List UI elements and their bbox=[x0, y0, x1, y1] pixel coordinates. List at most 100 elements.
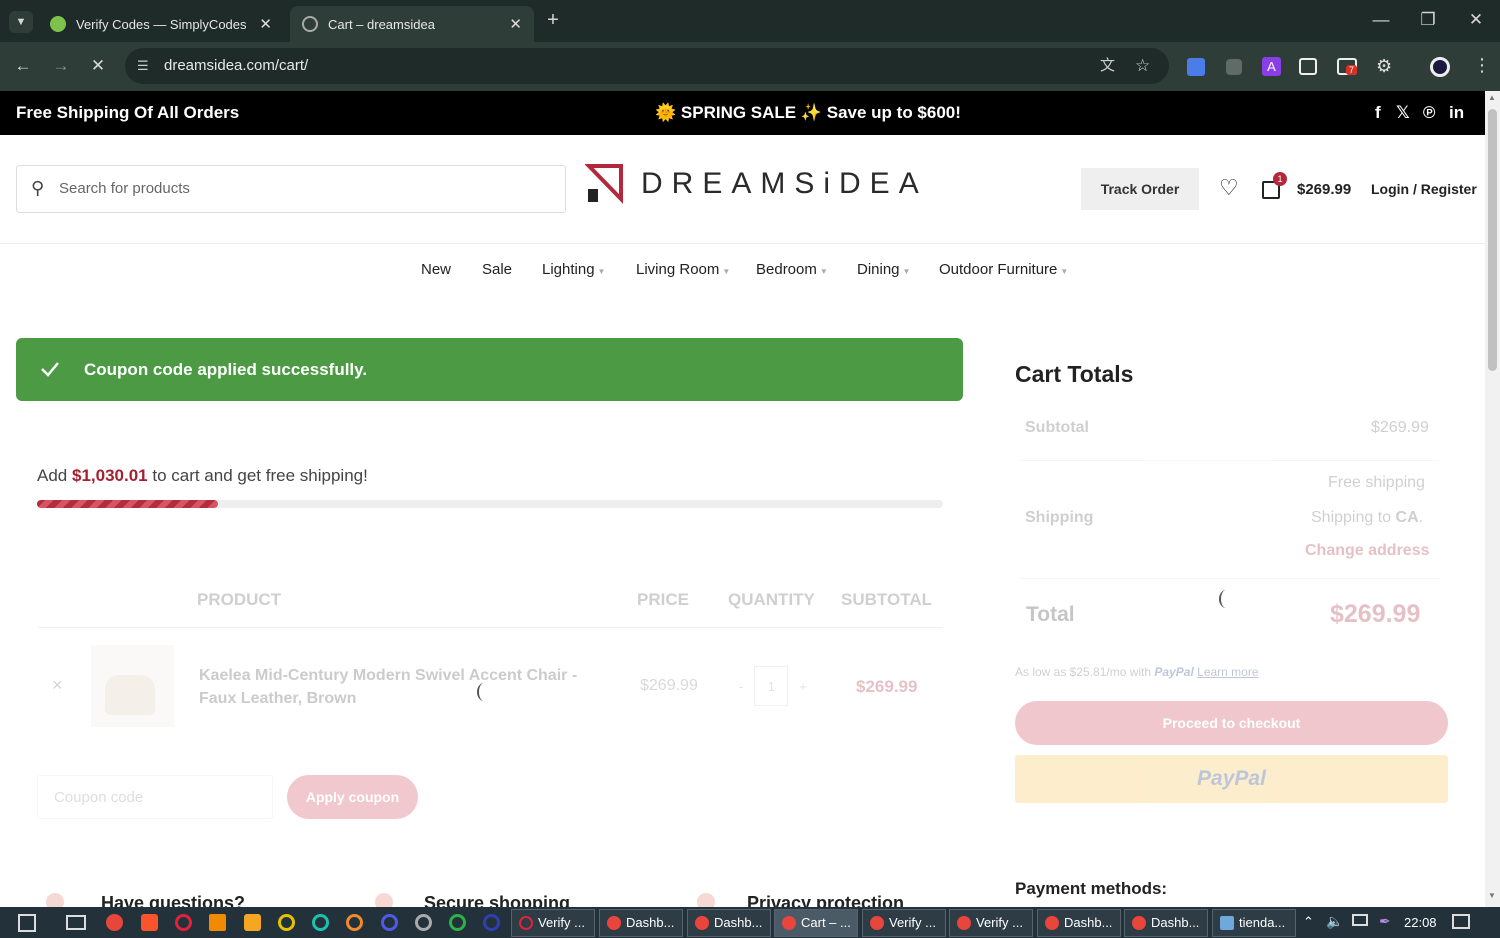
track-order-button[interactable]: Track Order bbox=[1081, 168, 1199, 210]
quantity-plus-button[interactable]: + bbox=[799, 679, 807, 694]
promo-spring-sale[interactable]: 🌞 SPRING SALE ✨ Save up to $600! bbox=[655, 103, 961, 123]
search-input[interactable]: ⚲ Search for products bbox=[16, 165, 566, 213]
product-name-link[interactable]: Kaelea Mid-Century Modern Swivel Accent … bbox=[199, 664, 599, 710]
browser-icon-gray[interactable] bbox=[415, 914, 432, 931]
free-shipping-message: Add $1,030.01 to cart and get free shipp… bbox=[37, 466, 368, 486]
quantity-input[interactable]: 1 bbox=[754, 666, 789, 706]
tab-search-icon[interactable]: ▼ bbox=[9, 11, 33, 33]
nav-new[interactable]: New bbox=[421, 261, 451, 278]
forward-icon[interactable]: → bbox=[49, 56, 73, 76]
site-logo[interactable]: DREAMSiDEA bbox=[585, 162, 928, 206]
nav-lighting[interactable]: Lighting ▼ bbox=[542, 261, 605, 278]
notifications-icon[interactable] bbox=[1452, 914, 1470, 929]
taskbar-app-verify-2[interactable]: Verify ... bbox=[862, 909, 946, 937]
shipping-msg-prefix: Add bbox=[37, 466, 72, 485]
product-thumbnail[interactable] bbox=[91, 645, 174, 727]
learn-more-link[interactable]: Learn more bbox=[1197, 665, 1258, 679]
chrome-icon[interactable] bbox=[106, 914, 123, 931]
nav-outdoor-furniture[interactable]: Outdoor Furniture ▼ bbox=[939, 261, 1068, 278]
task-view-icon[interactable] bbox=[66, 915, 86, 930]
stop-loading-icon[interactable]: ✕ bbox=[86, 56, 110, 76]
taskbar-app-verify-1[interactable]: Verify ... bbox=[511, 909, 595, 937]
apply-coupon-button[interactable]: Apply coupon bbox=[287, 775, 418, 819]
vlc-icon[interactable] bbox=[209, 914, 226, 931]
browser-icon-yellow[interactable] bbox=[278, 914, 295, 931]
new-tab-icon[interactable]: + bbox=[541, 10, 565, 30]
chrome-menu-icon[interactable]: ⋮ bbox=[1473, 55, 1491, 76]
taskbar-app-dashboard-4[interactable]: Dashb... bbox=[1124, 909, 1208, 937]
tray-chevron-up-icon[interactable]: ⌃ bbox=[1303, 914, 1314, 930]
nav-sale[interactable]: Sale bbox=[482, 261, 512, 278]
browser-icon-blue[interactable] bbox=[381, 914, 398, 931]
google-translate-extension-icon[interactable] bbox=[1187, 58, 1205, 76]
browser-icon-navy[interactable] bbox=[483, 914, 500, 931]
pinterest-icon[interactable]: ℗ bbox=[1423, 103, 1436, 123]
nav-bedroom[interactable]: Bedroom ▼ bbox=[756, 261, 828, 278]
robot-extension-icon[interactable] bbox=[1226, 59, 1242, 75]
quantity-stepper[interactable]: - 1 + bbox=[725, 666, 813, 706]
cart-bag-icon[interactable]: 1 bbox=[1262, 172, 1287, 199]
taskbar-app-tienda[interactable]: tienda... bbox=[1212, 909, 1296, 937]
taskbar-app-dashboard-2[interactable]: Dashb... bbox=[687, 909, 771, 937]
bookmark-star-icon[interactable]: ☆ bbox=[1135, 48, 1150, 84]
taskbar-app-label: Verify ... bbox=[976, 915, 1023, 930]
remove-item-icon[interactable]: × bbox=[52, 675, 63, 696]
site-info-icon[interactable]: ☰ bbox=[137, 48, 149, 84]
nav-label: Bedroom bbox=[756, 261, 817, 278]
close-tab-icon[interactable]: ✕ bbox=[509, 15, 522, 33]
tab-dreamsidea-cart[interactable]: Cart – dreamsidea ✕ bbox=[290, 6, 534, 42]
extensions-puzzle-icon[interactable]: ⚙ bbox=[1376, 56, 1392, 77]
coupon-extension-icon[interactable]: 7 bbox=[1337, 58, 1358, 75]
close-tab-icon[interactable]: ✕ bbox=[259, 15, 272, 33]
taskbar-app-dashboard-3[interactable]: Dashb... bbox=[1037, 909, 1121, 937]
proceed-to-checkout-button[interactable]: Proceed to checkout bbox=[1015, 701, 1448, 745]
page-scrollbar[interactable]: ▲ ▼ bbox=[1485, 91, 1500, 907]
brave-icon[interactable] bbox=[141, 914, 158, 931]
browser-icon-teal[interactable] bbox=[312, 914, 329, 931]
x-twitter-icon[interactable]: 𝕏 bbox=[1396, 103, 1410, 123]
scrollbar-thumb[interactable] bbox=[1488, 109, 1497, 371]
restore-icon[interactable]: ❐ bbox=[1416, 10, 1440, 30]
taskbar-app-cart-active[interactable]: Cart – ... bbox=[774, 909, 858, 937]
login-register-link[interactable]: Login / Register bbox=[1371, 181, 1477, 197]
clock-time[interactable]: 22:08 bbox=[1404, 915, 1437, 930]
opera-icon[interactable] bbox=[175, 914, 192, 931]
coupon-success-notice: Coupon code applied successfully. bbox=[16, 338, 963, 401]
scroll-up-icon[interactable]: ▲ bbox=[1488, 93, 1496, 102]
browser-icon-orange[interactable] bbox=[346, 914, 363, 931]
payment-methods-heading: Payment methods: bbox=[1015, 879, 1168, 898]
minimize-icon[interactable]: — bbox=[1369, 10, 1393, 30]
pen-icon[interactable]: ✒ bbox=[1379, 913, 1391, 930]
media-player-icon[interactable] bbox=[244, 914, 261, 931]
list-extension-icon[interactable] bbox=[1299, 58, 1317, 75]
taskbar-app-verify-3[interactable]: Verify ... bbox=[949, 909, 1033, 937]
wishlist-heart-icon[interactable]: ♡ bbox=[1219, 175, 1239, 201]
nav-dining[interactable]: Dining ▼ bbox=[857, 261, 910, 278]
paypal-button[interactable]: PayPal bbox=[1015, 755, 1448, 803]
nav-living-room[interactable]: Living Room ▼ bbox=[636, 261, 730, 278]
close-window-icon[interactable]: ✕ bbox=[1464, 10, 1488, 30]
quantity-minus-button[interactable]: - bbox=[739, 679, 743, 694]
tab-simplycodes[interactable]: Verify Codes — SimplyCodes ✕ bbox=[38, 6, 284, 42]
address-bar[interactable]: ☰ dreamsidea.com/cart/ 文 ☆ bbox=[125, 48, 1169, 84]
network-icon[interactable] bbox=[1352, 914, 1368, 926]
header-cart-total[interactable]: $269.99 bbox=[1297, 181, 1351, 198]
start-menu-icon[interactable] bbox=[18, 914, 36, 932]
back-icon[interactable]: ← bbox=[11, 56, 35, 76]
facebook-icon[interactable]: f bbox=[1375, 103, 1381, 123]
url-text: dreamsidea.com/cart/ bbox=[164, 57, 309, 74]
taskbar-app-dashboard-1[interactable]: Dashb... bbox=[599, 909, 683, 937]
loading-spinner bbox=[1219, 590, 1233, 608]
change-address-link[interactable]: Change address bbox=[1305, 542, 1429, 560]
scroll-down-icon[interactable]: ▼ bbox=[1488, 891, 1496, 900]
a-extension-icon[interactable]: A bbox=[1262, 57, 1281, 76]
coupon-code-input[interactable]: Coupon code bbox=[37, 775, 273, 819]
search-icon[interactable]: ⚲ bbox=[31, 165, 44, 211]
linkedin-icon[interactable]: in bbox=[1449, 103, 1464, 123]
cart-totals-title: Cart Totals bbox=[1015, 361, 1134, 387]
logo-mark-icon bbox=[585, 164, 623, 204]
browser-icon-green[interactable] bbox=[449, 914, 466, 931]
translate-icon[interactable]: 文 bbox=[1100, 48, 1115, 84]
profile-avatar[interactable] bbox=[1430, 57, 1450, 77]
volume-icon[interactable]: 🔈 bbox=[1326, 913, 1343, 930]
